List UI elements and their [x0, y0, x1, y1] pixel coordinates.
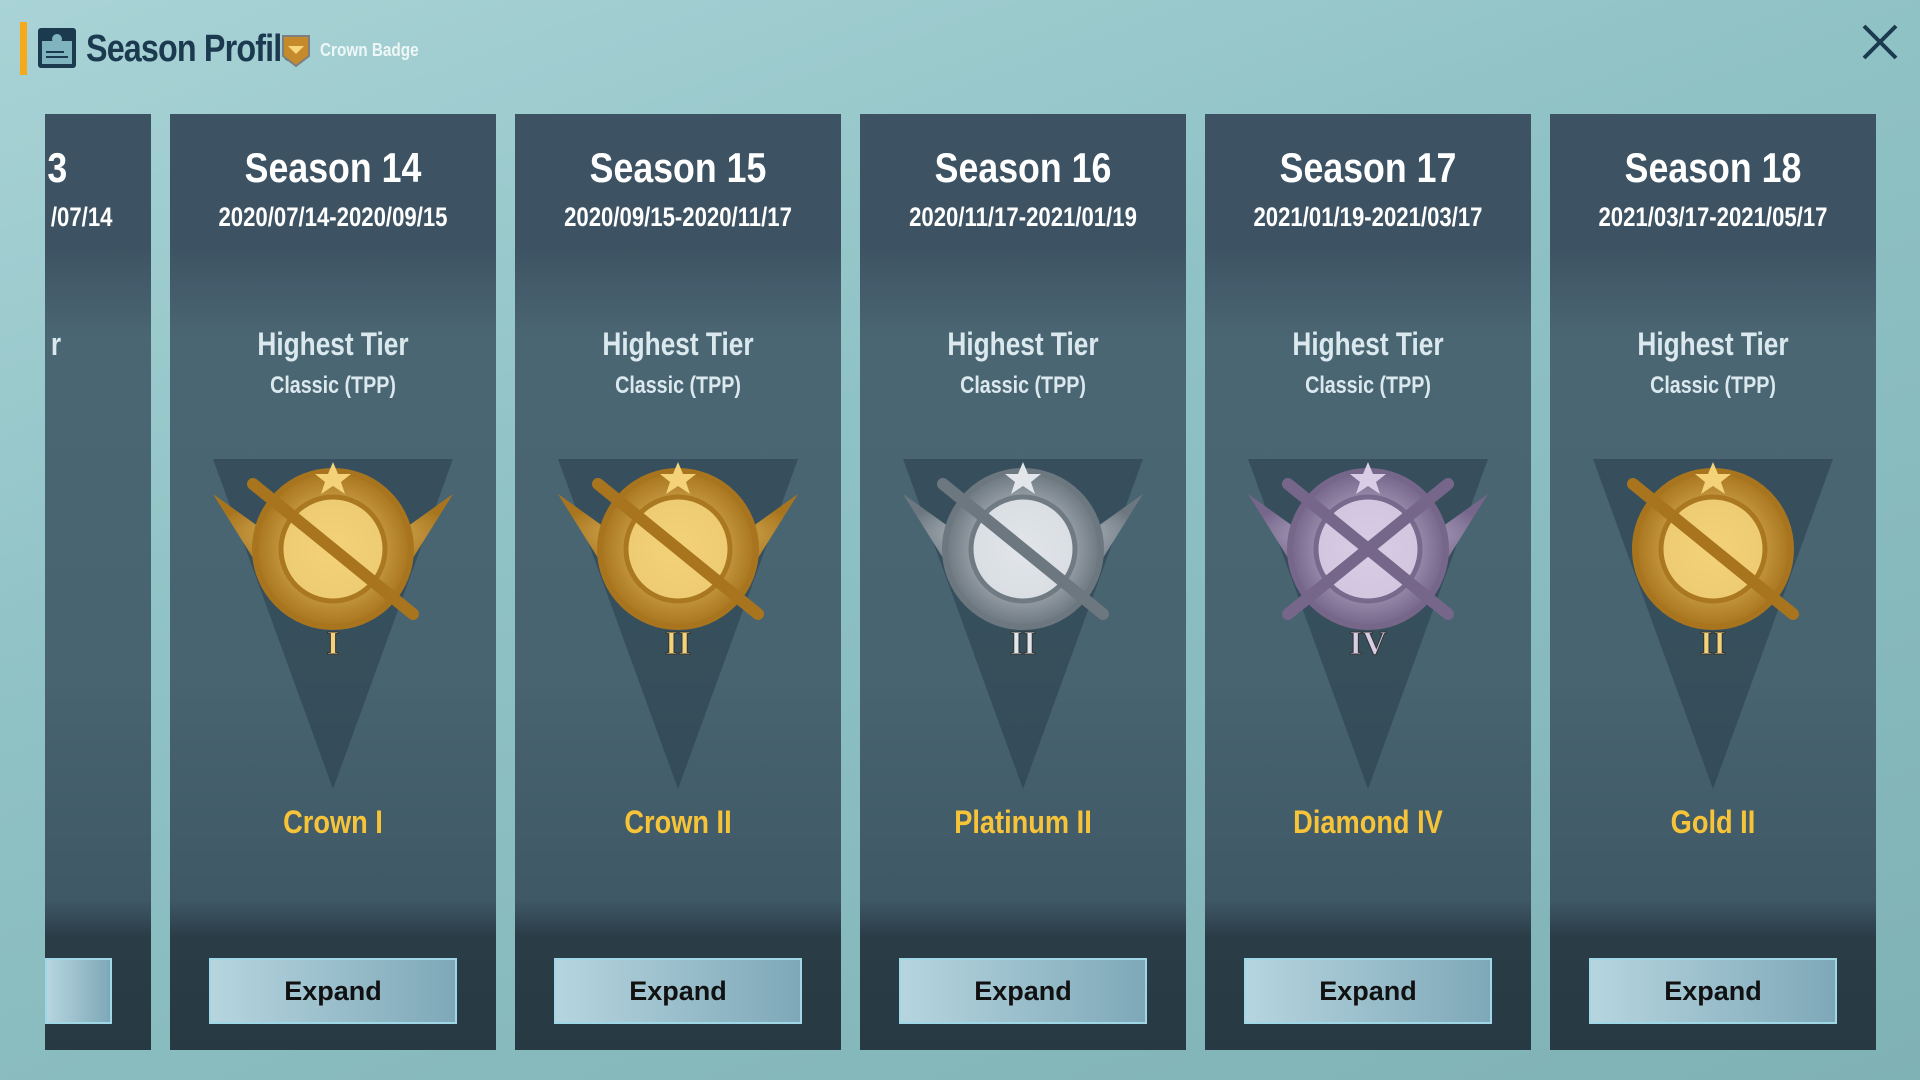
season-dates: 2021/01/19-2021/03/17: [1253, 202, 1483, 232]
season-card-list[interactable]: 3 /07/14 r Season 14 2020/07/14-2020/09/…: [45, 114, 1881, 1054]
game-mode-label: Classic (TPP): [1305, 372, 1431, 399]
expand-button[interactable]: [45, 958, 112, 1024]
season-title: Season 18: [1624, 144, 1802, 191]
expand-button[interactable]: Expand: [1244, 958, 1492, 1024]
game-mode-label: Classic (TPP): [270, 372, 396, 399]
season-title: Season 14: [244, 144, 422, 191]
tier-emblem-icon: II: [903, 462, 1143, 663]
expand-button[interactable]: Expand: [899, 958, 1147, 1024]
tier-name: Crown II: [624, 804, 732, 840]
svg-text:II: II: [1700, 625, 1726, 662]
season-dates: 2021/03/17-2021/05/17: [1598, 202, 1828, 232]
tier-name: Diamond IV: [1293, 804, 1443, 840]
svg-text:IV: IV: [1349, 625, 1387, 662]
season-dates: /07/14: [50, 202, 113, 232]
header-accent-bar: [20, 22, 27, 75]
tier-name: Platinum II: [954, 804, 1092, 840]
highest-tier-label: Highest Tier: [257, 326, 409, 362]
highest-tier-label: Highest Tier: [1637, 326, 1789, 362]
season-title: Season 15: [589, 144, 767, 191]
season-card-13-partial[interactable]: 3 /07/14 r: [45, 114, 151, 1050]
tier-name: Gold II: [1670, 804, 1756, 840]
season-card[interactable]: Season 17 2021/01/19-2021/03/17 Highest …: [1205, 114, 1531, 1050]
game-mode-label: Classic (TPP): [1650, 372, 1776, 399]
svg-text:I: I: [326, 625, 339, 662]
season-card[interactable]: Season 18 2021/03/17-2021/05/17 Highest …: [1550, 114, 1876, 1050]
svg-text:II: II: [1010, 625, 1036, 662]
highest-tier-label: Highest Tier: [1292, 326, 1444, 362]
crown-badge-icon[interactable]: [281, 34, 311, 68]
game-mode-label: Classic (TPP): [615, 372, 741, 399]
profile-card-icon: [38, 28, 76, 68]
highest-tier-label: Highest Tier: [947, 326, 1099, 362]
tier-emblem-icon: IV: [1248, 462, 1488, 663]
season-card[interactable]: Season 16 2020/11/17-2021/01/19 Highest …: [860, 114, 1186, 1050]
season-dates: 2020/09/15-2020/11/17: [564, 202, 792, 232]
season-dates: 2020/11/17-2021/01/19: [909, 202, 1137, 232]
tier-emblem-icon: I: [213, 462, 453, 663]
expand-button[interactable]: Expand: [209, 958, 457, 1024]
expand-button[interactable]: Expand: [1589, 958, 1837, 1024]
crown-badge-label[interactable]: Crown Badge: [320, 40, 419, 61]
tier-emblem-icon: II: [558, 462, 798, 663]
highest-tier-label: Highest Tier: [602, 326, 754, 362]
page-title: Season Profile: [86, 28, 299, 70]
tier-name: Crown I: [283, 804, 383, 840]
close-icon[interactable]: [1858, 20, 1902, 64]
season-card[interactable]: Season 15 2020/09/15-2020/11/17 Highest …: [515, 114, 841, 1050]
season-title: 3: [47, 144, 68, 191]
expand-button[interactable]: Expand: [554, 958, 802, 1024]
season-title: Season 16: [934, 144, 1112, 191]
season-card[interactable]: Season 14 2020/07/14-2020/09/15 Highest …: [170, 114, 496, 1050]
tier-emblem-icon: II: [1627, 462, 1799, 663]
game-mode-label: Classic (TPP): [960, 372, 1086, 399]
season-dates: 2020/07/14-2020/09/15: [218, 202, 448, 232]
season-title: Season 17: [1279, 144, 1457, 191]
highest-tier-label: r: [50, 326, 62, 362]
svg-text:II: II: [665, 625, 691, 662]
